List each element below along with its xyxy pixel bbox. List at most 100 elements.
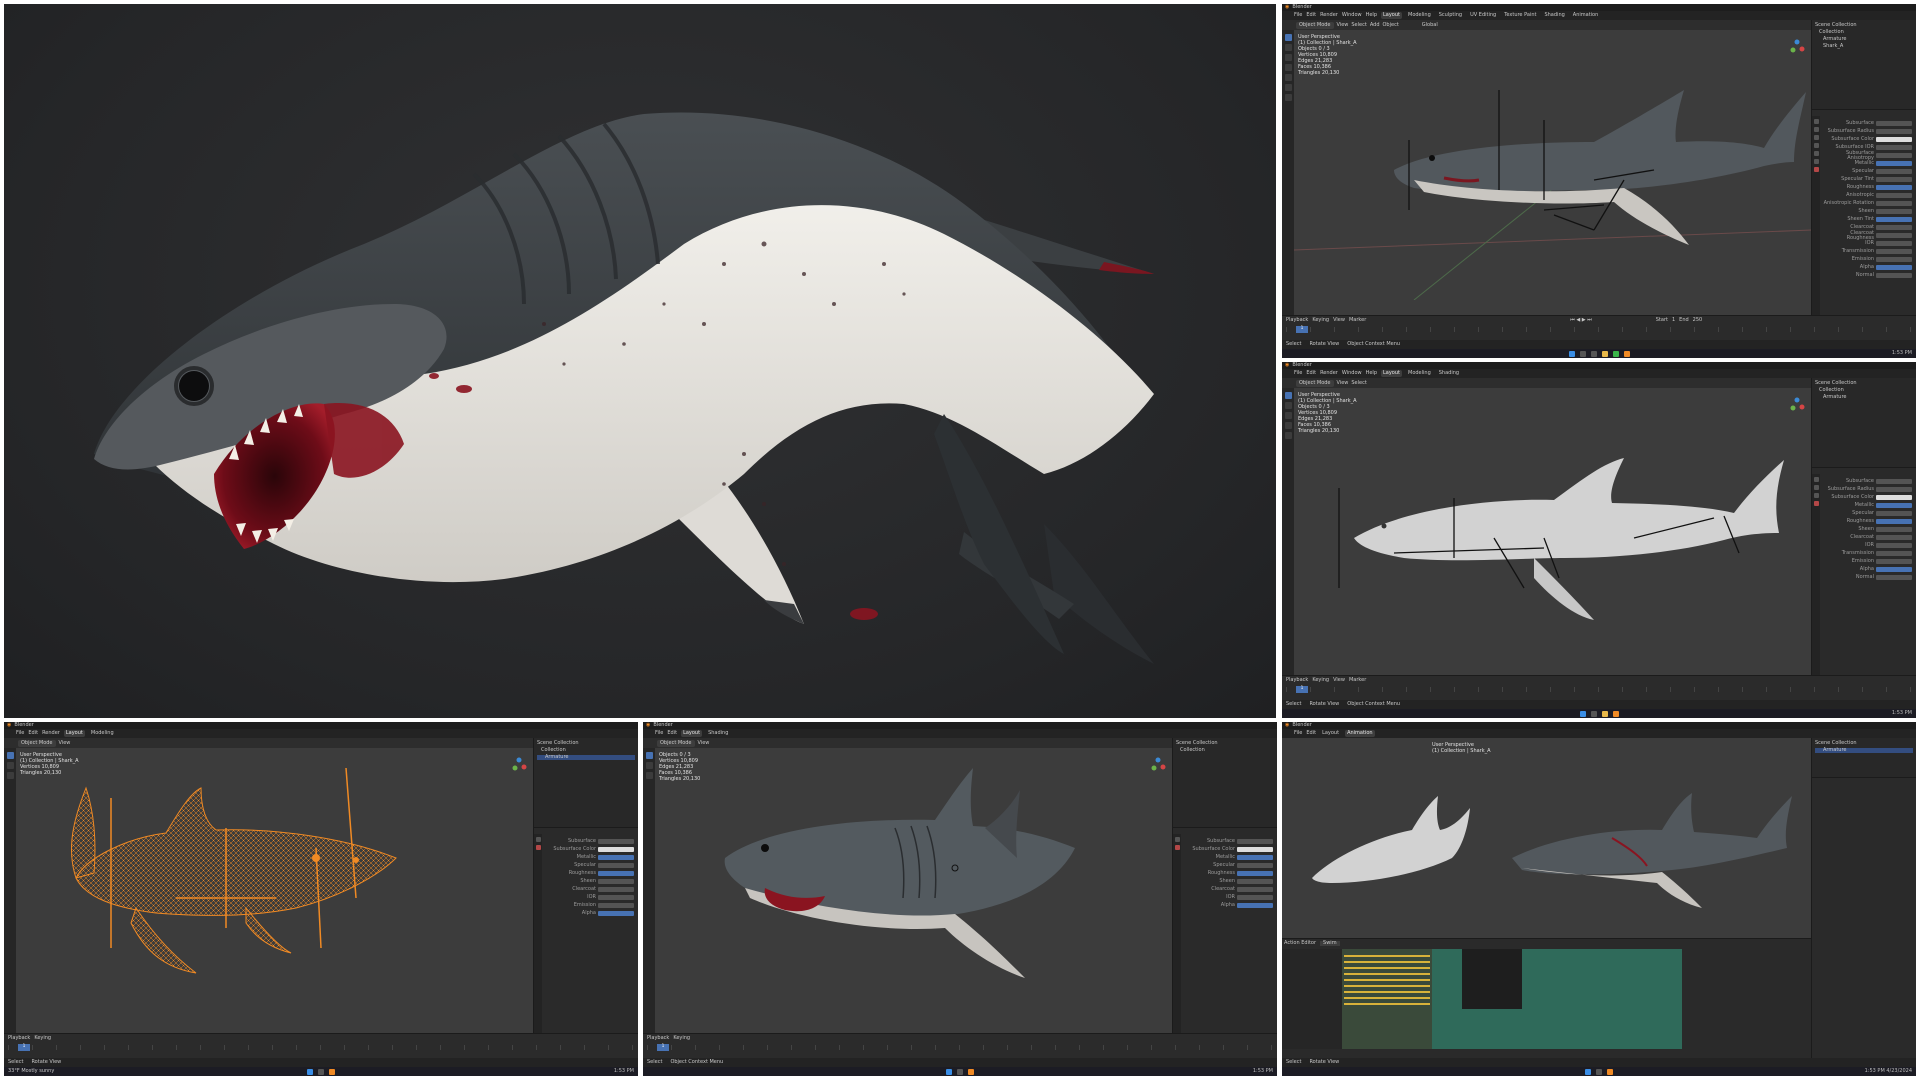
timeline-menu-keying[interactable]: Keying bbox=[1312, 318, 1329, 323]
outliner-item-armature[interactable]: Armature bbox=[1815, 37, 1913, 42]
roughness-field[interactable] bbox=[598, 871, 634, 876]
ior-field[interactable] bbox=[1876, 543, 1912, 548]
browser-icon[interactable] bbox=[1612, 350, 1619, 357]
scene-tab-icon[interactable] bbox=[1813, 143, 1819, 148]
clearcoat-field[interactable] bbox=[1237, 887, 1273, 892]
sheen-field[interactable] bbox=[1876, 527, 1912, 532]
start-icon[interactable] bbox=[307, 1068, 313, 1075]
mode-select[interactable]: Object Mode bbox=[18, 739, 56, 747]
workspace-tab-layout[interactable]: Layout bbox=[1381, 370, 1402, 377]
material-tab-icon[interactable] bbox=[1813, 167, 1819, 172]
mode-select[interactable]: Object Mode bbox=[1296, 21, 1334, 29]
search-icon[interactable] bbox=[318, 1068, 324, 1075]
menu-view[interactable]: View bbox=[1337, 22, 1349, 28]
workspace-tab-sculpting[interactable]: Sculpting bbox=[1437, 12, 1464, 19]
workspace-tab-animation[interactable]: Animation bbox=[1571, 12, 1601, 19]
timeline-menu-view[interactable]: View bbox=[1333, 318, 1345, 323]
material-tab-icon[interactable] bbox=[535, 845, 541, 850]
normal-field[interactable] bbox=[1876, 273, 1912, 278]
transmission-field[interactable] bbox=[1876, 551, 1912, 556]
mode-select[interactable]: Object Mode bbox=[657, 739, 695, 747]
material-tab-icon[interactable] bbox=[1813, 501, 1819, 506]
menu-edit[interactable]: Edit bbox=[28, 731, 38, 736]
workspace-tab-layout[interactable]: Layout bbox=[1381, 12, 1402, 19]
menu-object[interactable]: Object bbox=[1383, 22, 1399, 28]
sheen-field[interactable] bbox=[598, 879, 634, 884]
blender-task-icon[interactable] bbox=[1623, 350, 1630, 357]
sheen-field[interactable] bbox=[1237, 879, 1273, 884]
navigation-gizmo[interactable] bbox=[510, 756, 528, 774]
menu-edit[interactable]: Edit bbox=[667, 731, 677, 736]
workspace-tab-texture[interactable]: Texture Paint bbox=[1502, 12, 1538, 19]
start-icon[interactable] bbox=[946, 1068, 952, 1075]
workspace-tab-uv[interactable]: UV Editing bbox=[1468, 12, 1498, 19]
rotate-tool-icon[interactable] bbox=[1284, 422, 1292, 429]
scale-tool-icon[interactable] bbox=[1284, 74, 1292, 81]
subsurface-radius-field[interactable] bbox=[1876, 129, 1912, 134]
explorer-icon[interactable] bbox=[1601, 350, 1608, 357]
timeline-menu-keying[interactable]: Keying bbox=[673, 1036, 690, 1041]
menu-help[interactable]: Help bbox=[1366, 371, 1377, 376]
move-tool-icon[interactable] bbox=[645, 762, 653, 769]
shark-model[interactable] bbox=[1294, 388, 1812, 660]
measure-tool-icon[interactable] bbox=[1284, 94, 1292, 101]
navigation-gizmo[interactable] bbox=[1149, 756, 1167, 774]
subsurface-field[interactable] bbox=[1876, 121, 1912, 126]
specular-field[interactable] bbox=[1237, 863, 1273, 868]
start-icon[interactable] bbox=[1585, 1068, 1591, 1075]
transmission-field[interactable] bbox=[1876, 249, 1912, 254]
start-frame[interactable]: 1 bbox=[1672, 318, 1675, 323]
timeline-menu-keying[interactable]: Keying bbox=[34, 1036, 51, 1041]
timeline-ruler[interactable] bbox=[1286, 687, 1912, 692]
clearcoat-field[interactable] bbox=[598, 887, 634, 892]
scale-tool-icon[interactable] bbox=[1284, 432, 1292, 439]
subsurface-field[interactable] bbox=[1876, 479, 1912, 484]
menu-select[interactable]: Select bbox=[1351, 380, 1366, 386]
menu-render[interactable]: Render bbox=[1320, 371, 1338, 376]
tool-tab-icon[interactable] bbox=[535, 837, 541, 842]
timeline-ruler[interactable] bbox=[647, 1045, 1273, 1050]
alpha-field[interactable] bbox=[1876, 265, 1912, 270]
timeline-menu-keying[interactable]: Keying bbox=[1312, 678, 1329, 683]
timeline-menu-marker[interactable]: Marker bbox=[1349, 678, 1366, 683]
subsurface-field[interactable] bbox=[1237, 839, 1273, 844]
normal-field[interactable] bbox=[1876, 575, 1912, 580]
tool-tab-icon[interactable] bbox=[1813, 119, 1819, 124]
ior-field[interactable] bbox=[1876, 241, 1912, 246]
taskview-icon[interactable] bbox=[1590, 350, 1597, 357]
start-icon[interactable] bbox=[1568, 350, 1575, 357]
render-tab-icon[interactable] bbox=[1813, 127, 1819, 132]
workspace-tab-modeling[interactable]: Modeling bbox=[1406, 370, 1433, 377]
workspace-tab-shading[interactable]: Shading bbox=[1542, 12, 1566, 19]
outliner-item-collection[interactable]: Collection bbox=[537, 748, 635, 753]
explorer-icon[interactable] bbox=[1601, 710, 1608, 717]
blender-task-icon[interactable] bbox=[1612, 710, 1619, 717]
frame-cursor[interactable]: 1 bbox=[1296, 686, 1308, 693]
sheen-tint-field[interactable] bbox=[1876, 217, 1912, 222]
clearcoat-field[interactable] bbox=[1876, 535, 1912, 540]
clearcoat-field[interactable] bbox=[1876, 225, 1912, 230]
ior-field[interactable] bbox=[598, 895, 634, 900]
shark-model[interactable] bbox=[1294, 30, 1812, 300]
subsurface-ior-field[interactable] bbox=[1876, 145, 1912, 150]
outliner-item-collection[interactable]: Collection bbox=[1176, 748, 1274, 753]
workspace-tab-layout[interactable]: Layout bbox=[63, 730, 85, 737]
cursor-tool-icon[interactable] bbox=[1284, 402, 1292, 409]
outliner-item-shark[interactable]: Shark_A bbox=[1815, 44, 1913, 49]
workspace-tab-shading[interactable]: Shading bbox=[1437, 370, 1461, 377]
workspace-tab-modeling[interactable]: Modeling bbox=[1406, 12, 1433, 19]
timeline-menu-marker[interactable]: Marker bbox=[1349, 318, 1366, 323]
navigation-gizmo[interactable] bbox=[1788, 38, 1806, 56]
modifier-tab-icon[interactable] bbox=[1813, 159, 1819, 164]
alpha-field[interactable] bbox=[1237, 903, 1273, 908]
subsurface-color-field[interactable] bbox=[1876, 137, 1912, 142]
metallic-field[interactable] bbox=[1237, 855, 1273, 860]
specular-field[interactable] bbox=[598, 863, 634, 868]
output-tab-icon[interactable] bbox=[1813, 135, 1819, 140]
transform-orientation[interactable]: Global bbox=[1422, 22, 1438, 28]
editor-type-select[interactable]: Action Editor bbox=[1284, 941, 1316, 946]
ior-field[interactable] bbox=[1237, 895, 1273, 900]
move-tool-icon[interactable] bbox=[1284, 54, 1292, 61]
timeline-menu-playback[interactable]: Playback bbox=[1286, 318, 1308, 323]
emission-field[interactable] bbox=[598, 903, 634, 908]
